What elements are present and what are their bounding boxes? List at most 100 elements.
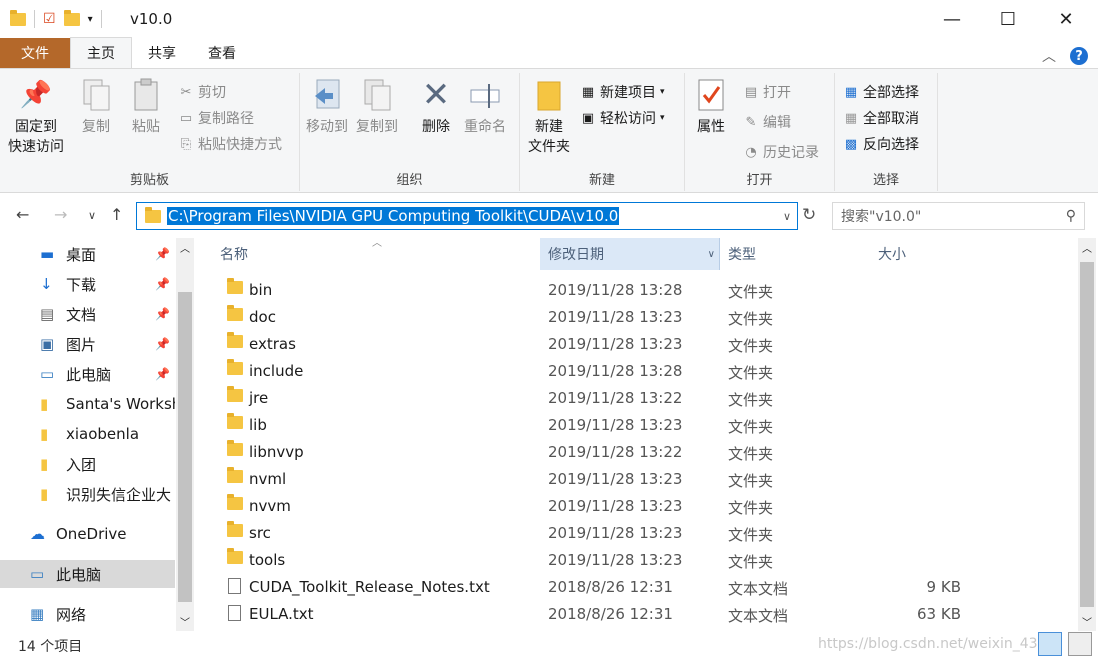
scroll-down-icon[interactable]: ﹀ [180,614,190,629]
file-date: 2019/11/28 13:22 [548,443,683,461]
divider [34,10,35,28]
collapse-ribbon-icon[interactable]: ︿ [1042,46,1056,66]
column-date[interactable]: 修改日期 ∨ [540,238,720,270]
edit-button[interactable]: ✎ 编辑 [743,111,791,133]
back-arrow-icon[interactable]: ← [16,205,29,224]
column-name[interactable]: 名称 [212,238,537,270]
file-row[interactable]: doc 2019/11/28 13:23 文件夹 [212,305,1072,332]
invert-selection-label: 反向选择 [863,137,919,153]
tab-file[interactable]: 文件 [0,38,70,68]
nav-item[interactable]: ▮ Santa's Worksh [0,390,175,418]
scroll-up-icon[interactable]: ︿ [180,240,190,255]
file-row[interactable]: src 2019/11/28 13:23 文件夹 [212,521,1072,548]
file-date: 2019/11/28 13:23 [548,524,683,542]
file-row[interactable]: lib 2019/11/28 13:23 文件夹 [212,413,1072,440]
nav-item[interactable]: ↓ 下载 📌 [0,270,175,298]
invert-selection-button[interactable]: ▩ 反向选择 [843,133,919,155]
address-path[interactable]: C:\Program Files\NVIDIA GPU Computing To… [167,207,620,225]
file-row[interactable]: extras 2019/11/28 13:23 文件夹 [212,332,1072,359]
customize-toolbar-icon[interactable]: ▾ [88,14,93,25]
pin-icon[interactable]: 📌 [155,337,170,351]
nav-item[interactable]: ▣ 图片 📌 [0,330,175,358]
pin-icon[interactable]: 📌 [155,247,170,261]
copy-path-button[interactable]: ▭ 复制路径 [178,107,254,129]
easy-access-button[interactable]: ▣ 轻松访问 ▾ [580,107,665,129]
forward-arrow-icon[interactable]: → [54,205,67,224]
open-button[interactable]: ▤ 打开 [743,81,791,103]
nav-item-label: Santa's Worksh [66,395,175,413]
history-button[interactable]: ◔ 历史记录 [743,141,819,163]
new-folder-icon [533,77,565,113]
recent-locations-icon[interactable]: ∨ [88,209,96,222]
file-type: 文件夹 [728,283,774,301]
pin-icon[interactable]: 📌 [155,367,170,381]
paste-icon [130,77,162,113]
scroll-down-icon[interactable]: ﹀ [1082,614,1092,629]
pin-icon[interactable]: 📌 [155,307,170,321]
file-row[interactable]: nvml 2019/11/28 13:23 文件夹 [212,467,1072,494]
file-row[interactable]: EULA.txt 2018/8/26 12:31 文本文档 63 KB [212,602,1072,629]
details-view-icon[interactable] [1038,632,1062,656]
paste-button[interactable]: 粘贴 [130,77,162,137]
new-item-button[interactable]: ▦ 新建项目 ▾ [580,81,665,103]
move-to-button[interactable]: 移动到 [306,77,348,137]
tab-share[interactable]: 共享 [132,38,192,68]
copy-to-button[interactable]: 复制到 [356,77,398,137]
file-row[interactable]: nvvm 2019/11/28 13:23 文件夹 [212,494,1072,521]
tab-view[interactable]: 查看 [192,38,252,68]
invert-selection-icon: ▩ [844,136,858,152]
pin-quick-access-button[interactable]: 📌 固定到 快速访问 [8,77,64,157]
address-bar[interactable]: C:\Program Files\NVIDIA GPU Computing To… [136,202,798,230]
large-icons-view-icon[interactable] [1068,632,1092,656]
close-button[interactable]: ✕ [1038,0,1094,38]
properties-button[interactable]: 属性 [695,77,727,137]
select-none-button[interactable]: ▦ 全部取消 [843,107,919,129]
minimize-button[interactable]: — [924,0,980,38]
file-row[interactable]: libnvvp 2019/11/28 13:22 文件夹 [212,440,1072,467]
nav-item[interactable]: ▬ 桌面 📌 [0,240,175,268]
nav-item[interactable]: ☁ OneDrive [0,520,175,548]
nav-item[interactable]: ▭ 此电脑 📌 [0,360,175,388]
rename-button[interactable]: 重命名 [464,77,506,137]
nav-scroll-thumb[interactable] [178,292,192,602]
file-row[interactable]: CUDA_Toolkit_Release_Notes.txt 2018/8/26 … [212,575,1072,602]
refresh-icon[interactable]: ↻ [802,205,816,225]
nav-scrollbar[interactable]: ︿ ﹀ [176,238,194,631]
new-folder-icon[interactable] [63,9,80,26]
file-scroll-thumb[interactable] [1080,262,1094,607]
paste-shortcut-icon: ⎘ [180,136,192,152]
column-type[interactable]: 类型 [720,238,870,270]
nav-item[interactable]: ▦ 网络 [0,600,175,628]
search-icon[interactable]: ⚲ [1066,208,1076,224]
file-list-scrollbar[interactable]: ︿ ﹀ [1078,238,1096,631]
nav-item[interactable]: ▮ 入团 [0,450,175,478]
column-dropdown-icon[interactable]: ∨ [708,249,715,260]
nav-item[interactable]: ▤ 文档 📌 [0,300,175,328]
new-folder-button[interactable]: 新建 文件夹 [528,77,570,157]
nav-item[interactable]: ▮ 识别失信企业大 [0,480,175,508]
up-arrow-icon[interactable]: ↑ [110,205,123,224]
properties-icon[interactable]: ☑ [43,11,56,27]
pin-icon[interactable]: 📌 [155,277,170,291]
nav-item[interactable]: ▮ xiaobenla [0,420,175,448]
folder-icon [227,305,243,321]
select-all-button[interactable]: ▦ 全部选择 [843,81,919,103]
cut-button[interactable]: ✂ 剪切 [178,81,226,103]
delete-button[interactable]: ✕ 删除 [420,77,452,137]
maximize-button[interactable]: ☐ [980,0,1036,38]
help-icon[interactable]: ? [1070,47,1088,65]
file-row[interactable]: include 2019/11/28 13:28 文件夹 [212,359,1072,386]
tab-home[interactable]: 主页 [70,37,132,68]
file-row[interactable]: jre 2019/11/28 13:22 文件夹 [212,386,1072,413]
file-name: lib [249,416,267,434]
search-input[interactable]: 搜索"v10.0" ⚲ [832,202,1085,230]
folder-icon [227,548,243,564]
copy-button[interactable]: 复制 [80,77,112,137]
scroll-up-icon[interactable]: ︿ [1082,240,1092,255]
nav-item[interactable]: ▭ 此电脑 [0,560,175,588]
file-row[interactable]: bin 2019/11/28 13:28 文件夹 [212,278,1072,305]
paste-shortcut-button[interactable]: ⎘ 粘贴快捷方式 [178,133,282,155]
column-size[interactable]: 大小 [870,238,970,270]
file-row[interactable]: tools 2019/11/28 13:23 文件夹 [212,548,1072,575]
address-dropdown-icon[interactable]: ∨ [783,210,791,223]
